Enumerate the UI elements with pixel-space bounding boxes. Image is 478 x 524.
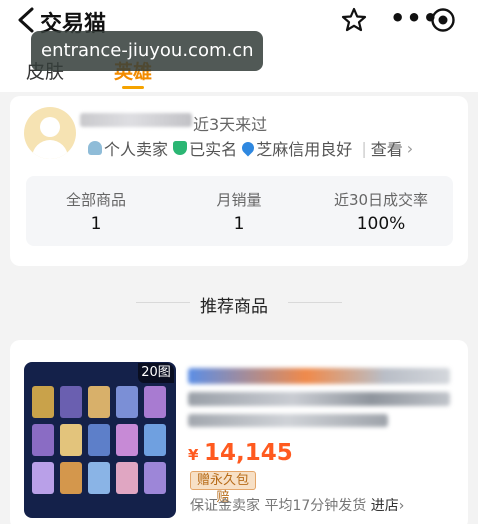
recommend-title: 推荐商品	[200, 297, 268, 317]
product-thumbnail[interactable]	[24, 362, 176, 518]
stat-label-deal-rate: 近30日成交率	[333, 191, 429, 209]
watermark-overlay: entrance-jiuyou.com.cn	[31, 31, 263, 71]
product-title-blurred	[188, 368, 450, 384]
verified-shield-icon	[173, 141, 188, 155]
seller-badges: 个人卖家 已实名 芝麻信用良好 | 查看 ›	[88, 136, 413, 160]
stat-label-monthly-sales: 月销量	[216, 191, 262, 209]
active-tab-indicator	[122, 86, 144, 89]
stat-label-all-items: 全部商品	[65, 191, 126, 209]
product-meta: 保证金卖家 平均17分钟发货 进店›	[190, 495, 404, 515]
chevron-right-icon: ›	[406, 138, 414, 158]
badge-verified: 已实名	[189, 140, 238, 159]
stat-value-deal-rate: 100%	[356, 214, 406, 234]
badge-personal-seller: 个人卖家	[104, 140, 169, 159]
guarantee-tag: 赠永久包赔	[190, 471, 256, 505]
divider: |	[361, 138, 367, 158]
sesame-credit-icon	[239, 139, 257, 157]
view-seller-link[interactable]: 查看	[371, 140, 403, 159]
price-value: 14,145	[204, 440, 293, 466]
product-title-blurred	[188, 392, 450, 406]
person-icon	[88, 141, 102, 155]
chevron-right-icon: ›	[398, 498, 405, 514]
stat-value-all-items: 1	[90, 214, 102, 234]
currency-symbol: ¥	[188, 446, 199, 464]
stat-value-monthly-sales: 1	[233, 214, 245, 234]
star-icon[interactable]	[340, 6, 368, 34]
record-icon[interactable]	[430, 7, 456, 33]
avatar[interactable]	[24, 107, 76, 159]
product-title-blurred	[188, 414, 388, 427]
divider	[288, 302, 342, 303]
divider	[136, 302, 190, 303]
enter-shop-link[interactable]: 进店	[371, 498, 399, 514]
seller-stats-panel: 全部商品 1 月销量 1 近30日成交率 100%	[26, 176, 453, 246]
image-count-badge: 20图	[138, 363, 174, 383]
seller-guarantee-text: 保证金卖家 平均17分钟发货	[190, 498, 367, 514]
badge-sesame-credit: 芝麻信用良好	[256, 140, 353, 159]
product-price: ¥ 14,145	[188, 440, 293, 466]
back-arrow-icon[interactable]	[14, 6, 40, 34]
last-visit-text: 近3天来过	[193, 115, 268, 134]
seller-name-blurred	[80, 113, 192, 127]
